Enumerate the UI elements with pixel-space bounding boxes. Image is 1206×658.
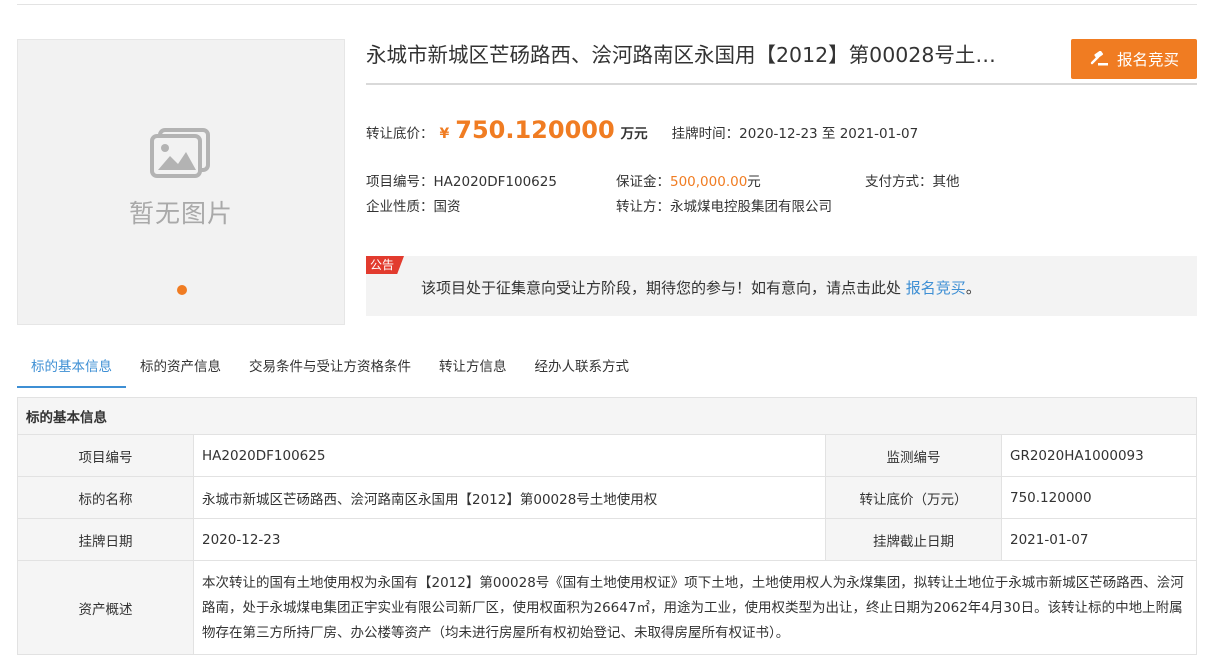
deposit-value: 500,000.00 <box>670 174 748 190</box>
notice-end: 。 <box>965 279 981 297</box>
notice-text: 该项目处于征集意向受让方阶段，期待您的参与！如有意向，请点击此处 报名竞买。 <box>421 277 981 298</box>
row-key: 项目编号 <box>17 434 194 477</box>
row-key: 标的名称 <box>17 476 194 519</box>
transferor-value: 永城煤电控股集团有限公司 <box>670 199 832 215</box>
tab-transferor-info[interactable]: 转让方信息 <box>425 354 521 388</box>
no-image-text: 暂无图片 <box>128 199 233 228</box>
table-row: 资产概述 本次转让的国有土地使用权为永国有【2012】第00028号《国有土地使… <box>17 560 1197 655</box>
table-row: 项目编号 HA2020DF100625 监测编号 GR2020HA1000093 <box>17 434 1197 477</box>
transferor: 转让方：永城煤电控股集团有限公司 <box>616 195 832 215</box>
row-value: GR2020HA1000093 <box>1001 434 1197 477</box>
price-unit: 万元 <box>620 126 648 142</box>
row-value: HA2020DF100625 <box>193 434 826 477</box>
notice-tag: 公告 <box>366 256 405 274</box>
tab-asset-info[interactable]: 标的资产信息 <box>126 354 235 388</box>
project-no: 项目编号：HA2020DF100625 <box>366 170 557 190</box>
image-icon <box>150 128 210 178</box>
table-row: 挂牌日期 2020-12-23 挂牌截止日期 2021-01-07 <box>17 518 1197 561</box>
row-key: 转让底价（万元） <box>825 476 1002 519</box>
image-placeholder-panel: 暂无图片 <box>17 39 345 325</box>
title-divider <box>366 83 1197 85</box>
row-value: 永城市新城区芒砀路西、浍河路南区永国用【2012】第00028号土地使用权 <box>193 476 826 519</box>
notice-message: 该项目处于征集意向受让方阶段，期待您的参与！如有意向，请点击此处 <box>421 279 902 297</box>
row-key: 挂牌日期 <box>17 518 194 561</box>
reserve-price: 750.120000 <box>455 116 615 144</box>
row-value: 2021-01-07 <box>1001 518 1197 561</box>
table-row: 标的名称 永城市新城区芒砀路西、浍河路南区永国用【2012】第00028号土地使… <box>17 476 1197 519</box>
project-no-value: HA2020DF100625 <box>433 174 557 190</box>
signup-bid-label: 报名竞买 <box>1116 51 1179 69</box>
signup-bid-button[interactable]: 报名竞买 <box>1071 39 1197 79</box>
listing-time-value: 2020-12-23 至 2021-01-07 <box>739 126 919 142</box>
detail-tabs: 标的基本信息 标的资产信息 交易条件与受让方资格条件 转让方信息 经办人联系方式 <box>17 354 1197 388</box>
notice-signup-link[interactable]: 报名竞买 <box>906 279 966 297</box>
enterprise-label: 企业性质： <box>366 199 434 215</box>
enterprise-nature: 企业性质：国资 <box>366 195 461 215</box>
table-heading: 标的基本信息 <box>17 397 1197 435</box>
page-title: 永城市新城区芒砀路西、浍河路南区永国用【2012】第00028号土… <box>366 43 996 67</box>
basic-info-table: 标的基本信息 项目编号 HA2020DF100625 监测编号 GR2020HA… <box>17 397 1197 655</box>
row-key: 资产概述 <box>17 560 194 655</box>
tab-trade-conditions[interactable]: 交易条件与受让方资格条件 <box>235 354 425 388</box>
asset-description: 本次转让的国有土地使用权为永国有【2012】第00028号《国有土地使用权证》项… <box>193 560 1197 655</box>
deposit-label: 保证金： <box>616 174 670 190</box>
gavel-icon <box>1090 51 1108 66</box>
payment-value: 其他 <box>932 174 960 190</box>
row-value: 2020-12-23 <box>193 518 826 561</box>
price-row: 转让底价： ¥ 750.120000 万元 挂牌时间： 2020-12-23 至… <box>366 116 918 148</box>
row-key: 监测编号 <box>825 434 1002 477</box>
row-value: 750.120000 <box>1001 476 1197 519</box>
top-divider <box>17 4 1197 5</box>
deposit-unit: 元 <box>747 174 761 190</box>
tab-contact[interactable]: 经办人联系方式 <box>521 354 644 388</box>
transferor-label: 转让方： <box>616 199 670 215</box>
deposit: 保证金：500,000.00元 <box>616 170 761 190</box>
payment-method: 支付方式：其他 <box>865 170 960 190</box>
notice-banner: 公告 该项目处于征集意向受让方阶段，期待您的参与！如有意向，请点击此处 报名竞买… <box>366 256 1197 316</box>
currency-symbol: ¥ <box>439 126 450 142</box>
tab-basic-info[interactable]: 标的基本信息 <box>17 354 126 388</box>
price-label: 转让底价： <box>366 126 434 142</box>
listing-time-label: 挂牌时间： <box>671 126 740 142</box>
row-key: 挂牌截止日期 <box>825 518 1002 561</box>
enterprise-value: 国资 <box>433 199 461 215</box>
payment-label: 支付方式： <box>865 174 933 190</box>
project-no-label: 项目编号： <box>366 174 434 190</box>
carousel-dot[interactable] <box>177 285 187 295</box>
